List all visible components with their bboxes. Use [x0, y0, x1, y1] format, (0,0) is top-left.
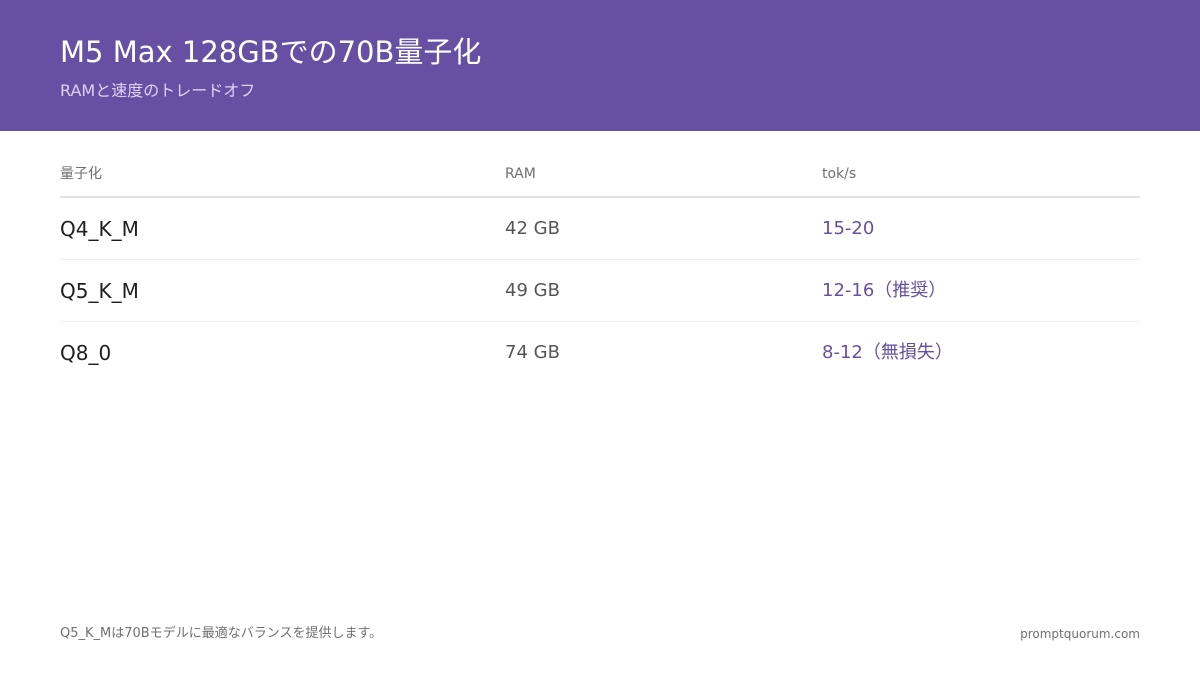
table-header-row: 量子化 RAM tok/s: [60, 160, 1140, 198]
ram-cell: 49 GB: [505, 280, 560, 301]
column-header-ram: RAM: [505, 166, 536, 182]
speed-cell: 15-20: [822, 218, 875, 239]
table-row: Q5_K_M 49 GB 12-16（推奨）: [60, 260, 1140, 322]
quant-cell: Q8_0: [60, 341, 112, 365]
table-row: Q8_0 74 GB 8-12（無損失）: [60, 322, 1140, 383]
quantization-table: 量子化 RAM tok/s Q4_K_M 42 GB 15-20 Q5_K_M …: [60, 160, 1140, 383]
speed-cell: 12-16（推奨）: [822, 280, 947, 301]
page-subtitle: RAMと速度のトレードオフ: [60, 81, 256, 100]
column-header-quantization: 量子化: [60, 166, 102, 182]
speed-cell: 8-12（無損失）: [822, 342, 953, 363]
page-title: M5 Max 128GBでの70B量子化: [60, 35, 482, 69]
footer-site: promptquorum.com: [1020, 627, 1140, 641]
quant-cell: Q5_K_M: [60, 279, 139, 303]
header-banner: M5 Max 128GBでの70B量子化 RAMと速度のトレードオフ: [0, 0, 1200, 131]
ram-cell: 74 GB: [505, 342, 560, 363]
quant-cell: Q4_K_M: [60, 217, 139, 241]
column-header-tok-s: tok/s: [822, 166, 857, 182]
footer-note: Q5_K_Mは70Bモデルに最適なバランスを提供します。: [60, 626, 383, 641]
ram-cell: 42 GB: [505, 218, 560, 239]
table-row: Q4_K_M 42 GB 15-20: [60, 198, 1140, 260]
